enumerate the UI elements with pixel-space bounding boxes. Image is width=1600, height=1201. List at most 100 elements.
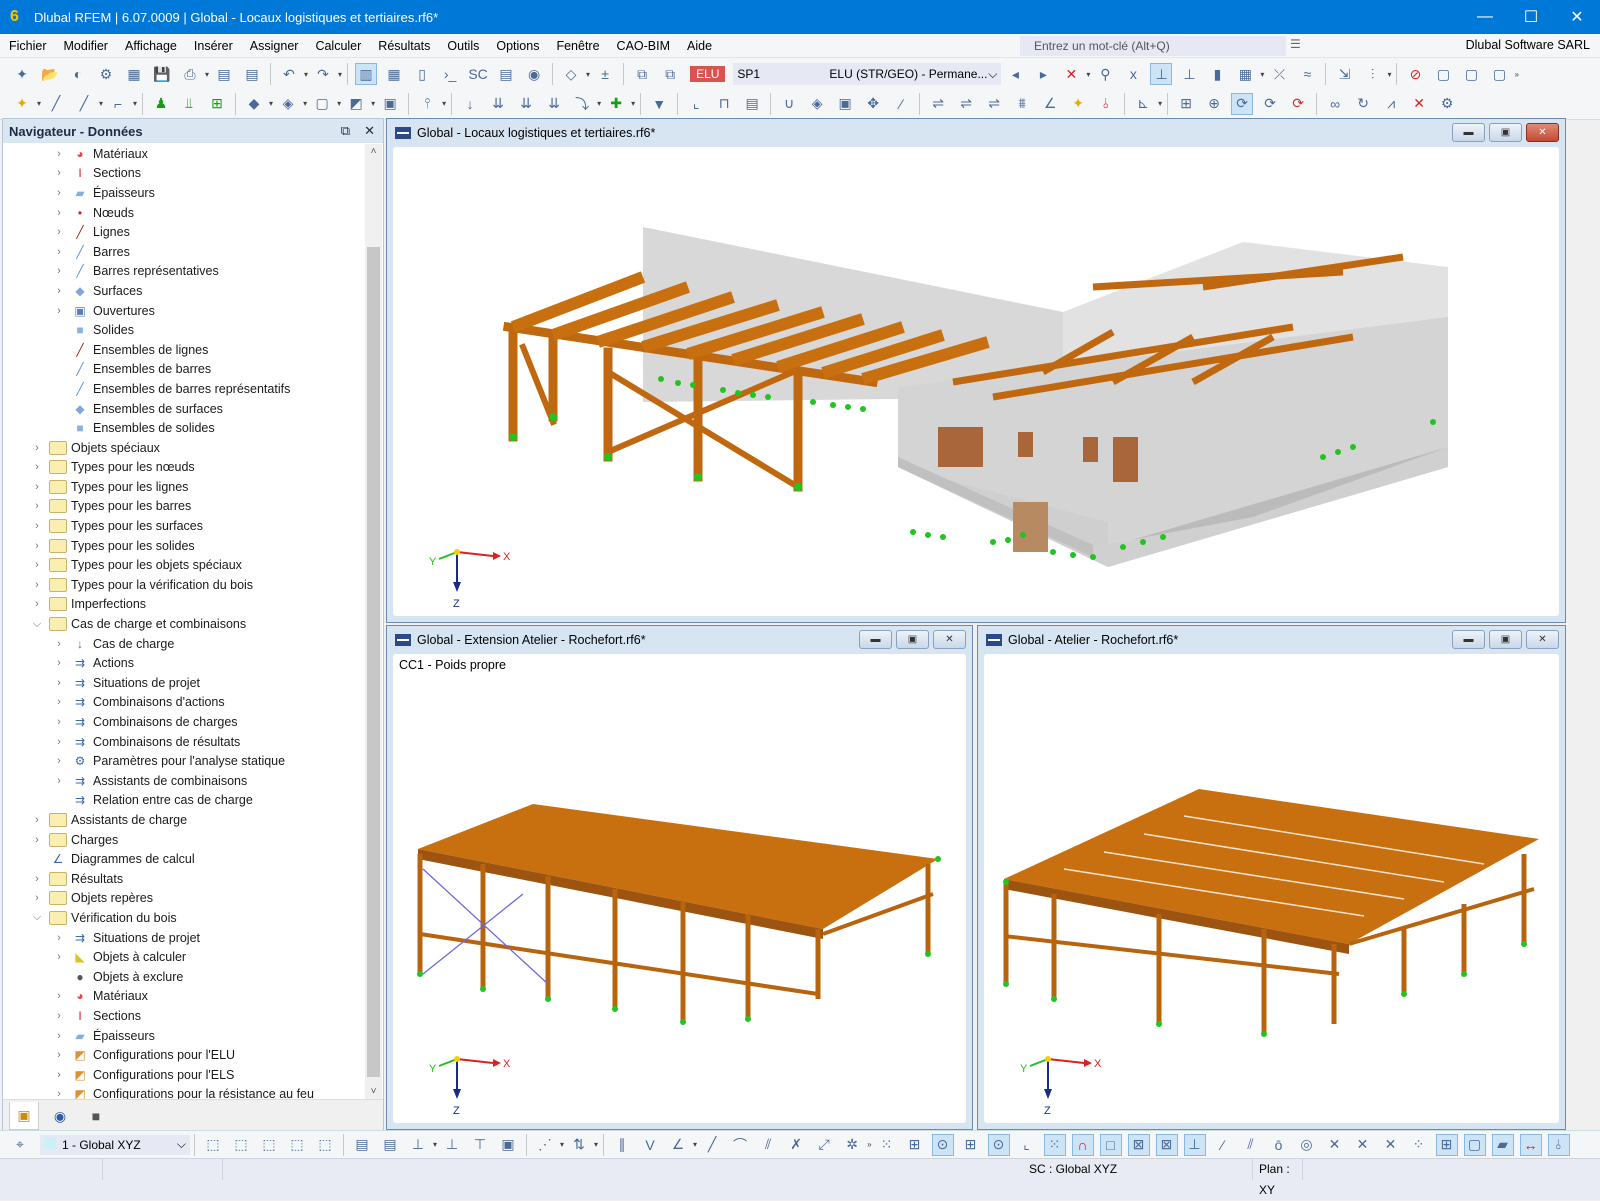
- menu-cao-bim[interactable]: CAO-BIM: [608, 39, 678, 53]
- snap-midpoints-icon[interactable]: ⊞: [960, 1134, 982, 1156]
- tree-item[interactable]: › I Sections: [3, 1006, 365, 1026]
- load-values-icon[interactable]: ⊥: [1178, 63, 1200, 85]
- viewport-minimize-button[interactable]: ▬: [859, 630, 892, 649]
- scroll-up-icon[interactable]: ˄: [365, 146, 382, 157]
- model-canvas[interactable]: X Y Z: [984, 654, 1559, 1123]
- export-icon[interactable]: ⇲: [1333, 63, 1355, 85]
- cross-snap-icon[interactable]: ⊠: [1127, 1133, 1150, 1156]
- menu-outils[interactable]: Outils: [438, 39, 487, 53]
- print-icon[interactable]: ⎙: [179, 63, 201, 85]
- layers-icon[interactable]: ▰: [1491, 1133, 1514, 1156]
- chevron-right-icon[interactable]: ›: [31, 559, 43, 571]
- tree-item[interactable]: › ⇉ Situations de projet: [3, 673, 365, 693]
- deformation-values-icon[interactable]: ≈: [1296, 63, 1318, 85]
- tree-item[interactable]: › Objets repères: [3, 889, 365, 909]
- edit-cube-icon[interactable]: ▢: [1460, 63, 1482, 85]
- viewport-close-button[interactable]: ✕: [1526, 123, 1559, 142]
- chevron-right-icon[interactable]: ›: [53, 246, 65, 258]
- tab-data-icon[interactable]: ▣: [9, 1102, 39, 1130]
- search-input[interactable]: Entrez un mot-clé (Alt+Q): [1020, 36, 1286, 56]
- tree-item[interactable]: › Types pour la vérification du bois: [3, 575, 365, 595]
- tree-item[interactable]: ⇉ Relation entre cas de charge: [3, 791, 365, 811]
- chevron-right-icon[interactable]: ›: [31, 814, 43, 826]
- rotate-view-icon[interactable]: ⟳: [1231, 92, 1254, 115]
- web-service-icon[interactable]: ⚙: [95, 63, 117, 85]
- perpendicular-snap-icon[interactable]: ⊥: [1183, 1133, 1206, 1156]
- mirror-icon[interactable]: ⩘: [1380, 93, 1402, 115]
- project-manager-icon[interactable]: ▦: [123, 63, 145, 85]
- design-situation-select[interactable]: SP1: [733, 63, 824, 85]
- menu-fenetre[interactable]: Fenêtre: [547, 39, 607, 53]
- coordinate-system-select[interactable]: 1 - Global XYZ ⌵: [40, 1134, 190, 1155]
- save-icon[interactable]: 💾: [151, 63, 173, 85]
- chevron-right-icon[interactable]: ›: [53, 775, 65, 787]
- chevron-right-icon[interactable]: ›: [31, 520, 43, 532]
- tree-item[interactable]: › ⇉ Assistants de combinaisons: [3, 771, 365, 791]
- chevron-right-icon[interactable]: ›: [53, 187, 65, 199]
- tree-item[interactable]: › ╱ Barres représentatives: [3, 262, 365, 282]
- new-node-icon[interactable]: ✦: [11, 93, 33, 115]
- show-loads-icon[interactable]: ⊥: [1150, 63, 1173, 85]
- wireframe-cube-icon[interactable]: ▢: [1488, 63, 1510, 85]
- redo-icon[interactable]: ↷: [312, 63, 334, 85]
- tree-item[interactable]: ■ Ensembles de solides: [3, 418, 365, 438]
- new-solid-icon[interactable]: ◈: [277, 93, 299, 115]
- panel-icon[interactable]: ▯: [411, 63, 433, 85]
- tree-item[interactable]: ╱ Ensembles de lignes: [3, 340, 365, 360]
- surface-edit-icon[interactable]: ◇: [560, 63, 582, 85]
- new-line-icon[interactable]: ╱: [45, 93, 67, 115]
- chevron-right-icon[interactable]: ›: [31, 892, 43, 904]
- dimension-xx-icon[interactable]: ⊥: [441, 1134, 463, 1156]
- grid-icon[interactable]: ⊞: [1175, 93, 1197, 115]
- tree-item[interactable]: › ╱ Lignes: [3, 222, 365, 242]
- arc-icon[interactable]: ⌒: [729, 1134, 751, 1156]
- tree-item[interactable]: › Charges: [3, 830, 365, 850]
- tree-item[interactable]: ⌵ Vérification du bois: [3, 908, 365, 928]
- menu-assigner[interactable]: Assigner: [241, 39, 307, 53]
- viewport-close-button[interactable]: ✕: [933, 630, 966, 649]
- chevron-right-icon[interactable]: ›: [31, 834, 43, 846]
- chevron-right-icon[interactable]: ›: [53, 657, 65, 669]
- new-polyline-icon[interactable]: ⌐: [107, 93, 129, 115]
- imposed-deformation-icon[interactable]: ⤵: [571, 93, 593, 115]
- tree-item[interactable]: › Assistants de charge: [3, 810, 365, 830]
- new-section-icon[interactable]: ◩: [345, 93, 367, 115]
- select-members-icon[interactable]: ⬚: [230, 1134, 252, 1156]
- chevron-right-icon[interactable]: ›: [53, 696, 65, 708]
- tree-item[interactable]: › ⇉ Actions: [3, 653, 365, 673]
- guide-object-icon[interactable]: ⊤: [469, 1134, 491, 1156]
- tree-item[interactable]: › ◣ Objets à calculer: [3, 947, 365, 967]
- snap-grid-icon[interactable]: ⁙: [876, 1134, 898, 1156]
- intersect-icon[interactable]: ✗: [785, 1134, 807, 1156]
- menu-fichier[interactable]: Fichier: [0, 39, 55, 53]
- chevron-right-icon[interactable]: ›: [53, 148, 65, 160]
- cube-view-icon[interactable]: ▢: [1432, 63, 1454, 85]
- extend-icon[interactable]: ⤢: [813, 1134, 835, 1156]
- surface-support-icon[interactable]: ⊞: [206, 93, 228, 115]
- more-tools-button[interactable]: »: [1514, 70, 1518, 79]
- line-support-icon[interactable]: ⫫: [178, 93, 200, 115]
- menu-modifier[interactable]: Modifier: [55, 39, 116, 53]
- tree-item[interactable]: › ◩ Configurations pour la résistance au f…: [3, 1085, 365, 1099]
- polygon-icon[interactable]: ✲: [841, 1134, 863, 1156]
- tree-item[interactable]: › ⇉ Combinaisons de charges: [3, 712, 365, 732]
- chevron-right-icon[interactable]: ›: [31, 598, 43, 610]
- parallel-lines-icon[interactable]: ∥: [611, 1134, 633, 1156]
- chevron-right-icon[interactable]: ›: [53, 755, 65, 767]
- magnet-icon[interactable]: ∩: [1071, 1133, 1094, 1156]
- tree-item[interactable]: › ▰ Épaisseurs: [3, 183, 365, 203]
- line-tool-1-icon[interactable]: ⇌: [927, 93, 949, 115]
- chevron-right-icon[interactable]: ›: [53, 716, 65, 728]
- tree-item[interactable]: ⌵ Cas de charge et combinaisons: [3, 614, 365, 634]
- menu-aide[interactable]: Aide: [678, 39, 720, 53]
- line-tool-2-icon[interactable]: ⇌: [955, 93, 977, 115]
- extension-snap-icon[interactable]: ✕: [1352, 1134, 1374, 1156]
- chevron-right-icon[interactable]: ›: [53, 167, 65, 179]
- tree-item[interactable]: › Types pour les objets spéciaux: [3, 555, 365, 575]
- new-member-icon[interactable]: ╱: [73, 93, 95, 115]
- tree-item[interactable]: › ⇉ Combinaisons de résultats: [3, 732, 365, 752]
- result-values-icon[interactable]: ⚲: [1094, 63, 1116, 85]
- chevron-right-icon[interactable]: ›: [31, 481, 43, 493]
- circle-snap-icon[interactable]: ◎: [1296, 1134, 1318, 1156]
- solid-render-icon[interactable]: ▣: [834, 93, 856, 115]
